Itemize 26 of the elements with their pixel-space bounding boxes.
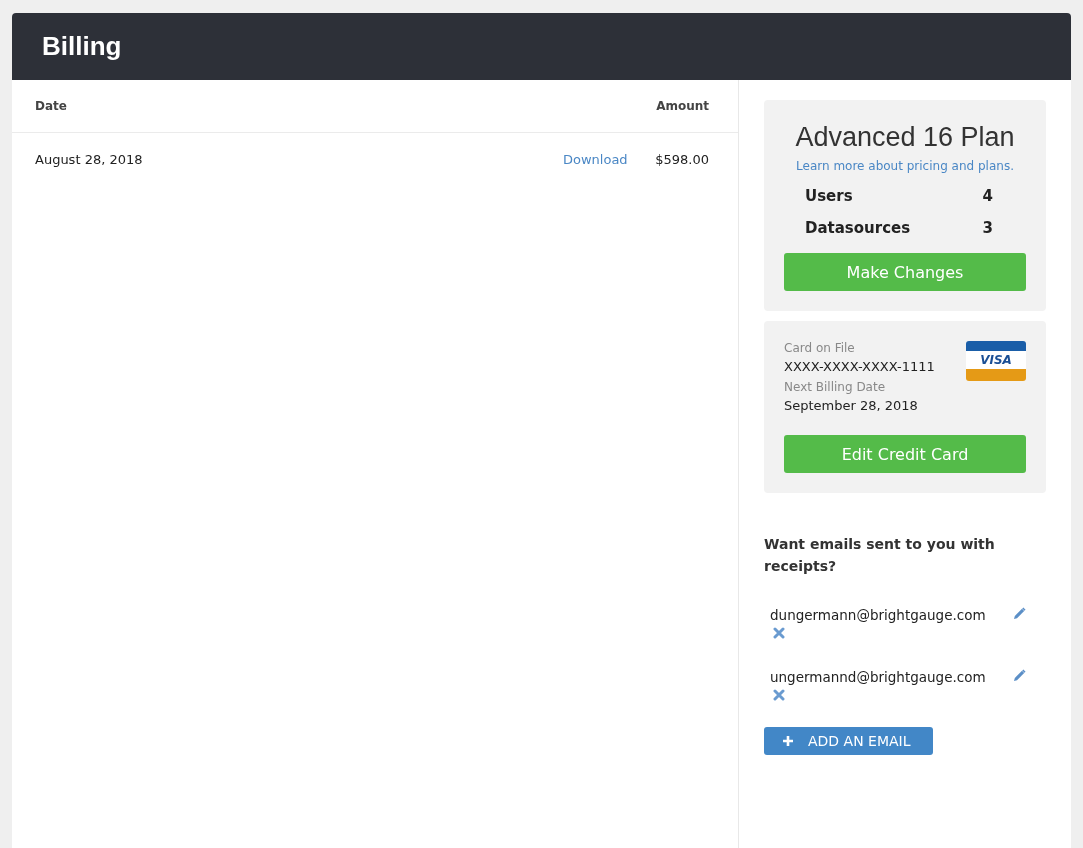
column-header: Amount [655,99,709,113]
field-value: XXXX-XXXX-XXXX-1111 [784,359,935,374]
stat-value: 3 [982,219,993,237]
table-cell-text: $598.00 [654,151,709,167]
plan-name: Advanced 16 Plan [794,122,1016,153]
remove-icon[interactable] [773,627,785,639]
plus-icon [782,735,794,747]
add-email-button[interactable]: ADD AN EMAIL [764,727,933,755]
field-label: Next Billing Date [784,380,887,394]
edit-credit-card-button[interactable]: Edit Credit Card [784,435,1026,473]
email-address: ungermannd@brightgauge.com [770,669,986,685]
card-logo: VISA [966,341,1026,381]
stat-value: 4 [982,187,993,205]
page-title: Billing [42,31,122,62]
stat-label: Users [805,187,853,205]
email-address: dungermann@brightgauge.com [770,607,986,623]
remove-icon[interactable] [773,689,785,701]
stat-label: Datasources [805,219,911,237]
column-header: Date [35,99,68,113]
section-heading: Want emails sent to you with receipts? [764,535,996,576]
field-value: September 28, 2018 [784,398,919,413]
field-label: Card on File [784,341,856,355]
make-changes-button[interactable]: Make Changes [784,253,1026,291]
pricing-link[interactable]: Learn more about pricing and plans. [784,159,1026,173]
table-cell-text: August 28, 2018 [35,151,144,167]
download-link[interactable]: Download [563,151,628,167]
